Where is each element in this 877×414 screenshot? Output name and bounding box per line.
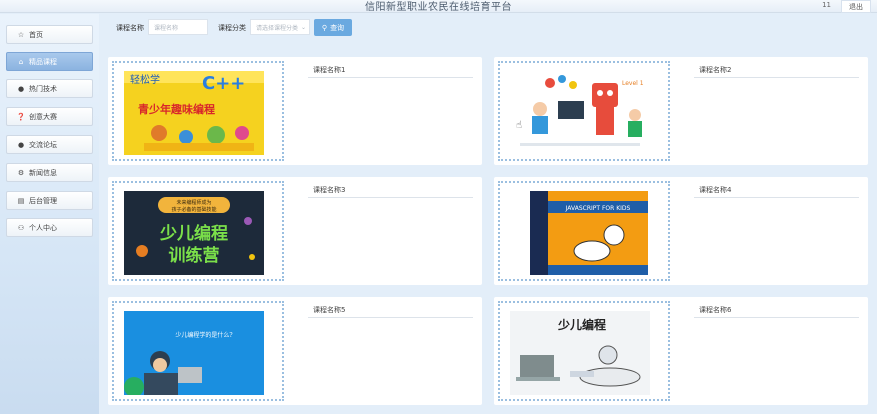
cover-text: 训练营	[169, 245, 220, 266]
sidebar-item-admin[interactable]: ▤ 后台管理	[6, 191, 93, 210]
sidebar-item-label: 精品课程	[29, 57, 57, 66]
cover-text: 少儿编程	[557, 317, 606, 332]
sidebar-item-tech[interactable]: ● 热门技术	[6, 79, 93, 98]
course-card-3[interactable]: 未来编程师成为 孩子必备的基础技能 少儿编程 训练营 课程名称3	[108, 177, 482, 285]
course-name-label: 课程名称	[116, 24, 144, 32]
course-cover-image[interactable]: 少儿编程学的是什么?	[124, 311, 264, 395]
sidebar-item-label: 个人中心	[29, 223, 57, 232]
info-icon: ●	[17, 140, 25, 149]
course-category-label: 课程分类	[218, 24, 246, 32]
home-icon: ⌂	[18, 57, 24, 66]
course-cover-frame: JAVASCRIPT FOR KIDS	[498, 181, 670, 281]
divider	[694, 77, 859, 78]
sidebar-item-label: 新闻信息	[29, 168, 57, 177]
cover-text: 少儿编程	[159, 223, 228, 244]
course-category-select[interactable]: 请选择课程分类 ⌄	[250, 19, 310, 35]
search-icon: ⚲	[321, 23, 328, 32]
question-icon: ❓	[16, 112, 26, 121]
sidebar-item-label: 热门技术	[29, 84, 57, 93]
sidebar-item-label: 创意大赛	[29, 112, 57, 121]
course-cover-frame: 少儿编程学的是什么?	[112, 301, 284, 401]
course-cover-frame: Level 1	[498, 61, 670, 161]
course-name-input[interactable]: 课程名称	[148, 19, 208, 35]
sidebar-item-news[interactable]: ⚙ 新闻信息	[6, 163, 93, 182]
sidebar-item-profile[interactable]: ⚇ 个人中心	[6, 218, 93, 237]
course-cover-image[interactable]: 未来编程师成为 孩子必备的基础技能 少儿编程 训练营	[124, 191, 264, 275]
hand-cursor-icon: ☝	[516, 120, 523, 131]
course-cover-image[interactable]: JAVASCRIPT FOR KIDS	[510, 191, 650, 275]
cover-text: Level 1	[622, 80, 644, 87]
cover-text: 青少年趣味编程	[138, 102, 215, 116]
logout-button[interactable]: 退出	[841, 0, 871, 13]
sidebar-item-courses[interactable]: ⌂ 精品课程	[6, 52, 93, 71]
course-name[interactable]: 课程名称3	[313, 185, 345, 195]
sidebar: ☆ 首页 ⌂ 精品课程 ● 热门技术 ❓ 创意大赛 ● 交流论坛 ⚙ 新闻信息 …	[0, 14, 99, 414]
sidebar-item-label: 后台管理	[29, 196, 57, 205]
sidebar-item-label: 首页	[29, 30, 43, 39]
cover-text: 少儿编程学的是什么?	[175, 331, 232, 339]
course-card-6[interactable]: 少儿编程 课程名称6	[494, 297, 868, 405]
course-name[interactable]: 课程名称2	[699, 65, 731, 75]
cover-text: 孩子必备的基础技能	[171, 206, 216, 213]
cover-text: 未来编程师成为	[176, 199, 211, 206]
sidebar-item-home[interactable]: ☆ 首页	[6, 25, 93, 44]
search-button[interactable]: ⚲ 查询	[314, 19, 352, 36]
page-title: 信阳新型职业农民在线培育平台	[365, 2, 512, 13]
course-card-1[interactable]: 轻松学 C++ 青少年趣味编程 课程名称1	[108, 57, 482, 165]
course-card-4[interactable]: JAVASCRIPT FOR KIDS 课程名称4	[494, 177, 868, 285]
sidebar-item-forum[interactable]: ● 交流论坛	[6, 135, 93, 154]
cover-text: C++	[202, 73, 245, 94]
star-icon: ☆	[17, 30, 25, 39]
search-bar: 课程名称 课程名称 课程分类 请选择课程分类 ⌄ ⚲ 查询	[108, 17, 868, 39]
chevron-down-icon: ⌄	[301, 23, 307, 31]
cover-text: 轻松学	[130, 73, 160, 86]
divider	[694, 317, 859, 318]
course-card-2[interactable]: Level 1 课程名称2	[494, 57, 868, 165]
course-cover-frame: 少儿编程	[498, 301, 670, 401]
divider	[308, 317, 473, 318]
course-name[interactable]: 课程名称6	[699, 305, 731, 315]
box-icon: ▤	[17, 196, 25, 205]
user-name: 11	[822, 1, 831, 9]
course-cover-frame: 轻松学 C++ 青少年趣味编程	[112, 61, 284, 161]
course-card-5[interactable]: 少儿编程学的是什么? 课程名称5	[108, 297, 482, 405]
course-name[interactable]: 课程名称5	[313, 305, 345, 315]
divider	[308, 197, 473, 198]
course-cover-image[interactable]: 少儿编程	[510, 311, 650, 395]
top-bar: 信阳新型职业农民在线培育平台 11 退出	[0, 0, 877, 13]
course-cover-image[interactable]: Level 1	[510, 71, 650, 155]
divider	[308, 77, 473, 78]
cover-text: JAVASCRIPT FOR KIDS	[565, 205, 631, 212]
course-cover-image[interactable]: 轻松学 C++ 青少年趣味编程	[124, 71, 264, 155]
sidebar-item-label: 交流论坛	[29, 140, 57, 149]
circle-icon: ●	[17, 84, 25, 93]
divider	[694, 197, 859, 198]
course-cover-frame: 未来编程师成为 孩子必备的基础技能 少儿编程 训练营	[112, 181, 284, 281]
course-name[interactable]: 课程名称1	[313, 65, 345, 75]
course-name[interactable]: 课程名称4	[699, 185, 731, 195]
sidebar-item-contest[interactable]: ❓ 创意大赛	[6, 107, 93, 126]
gear-icon: ⚙	[17, 168, 25, 177]
person-icon: ⚇	[17, 223, 25, 232]
